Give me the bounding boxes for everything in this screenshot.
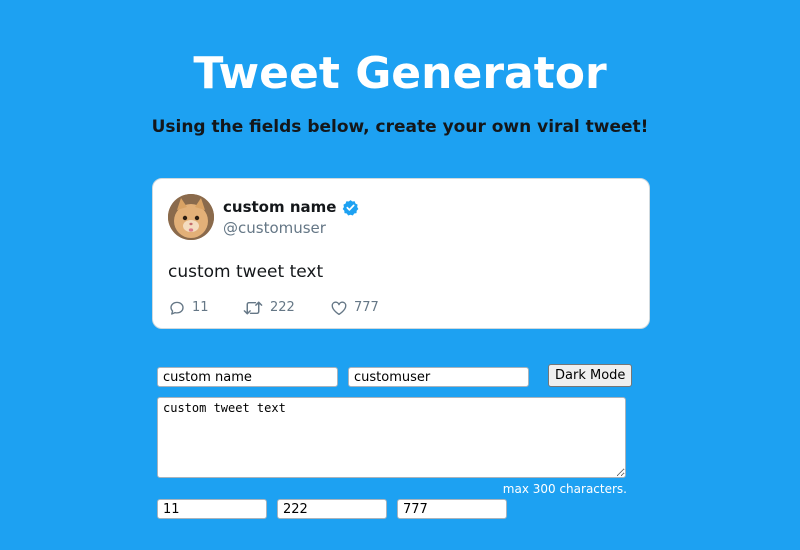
- retweet-count: 222: [270, 300, 295, 315]
- verified-badge-icon: [342, 199, 359, 216]
- heart-icon: [331, 301, 347, 316]
- retweets-input[interactable]: [277, 499, 387, 519]
- retweet-icon: [243, 301, 263, 315]
- tweet-text-input[interactable]: custom tweet text: [157, 397, 626, 478]
- like-count: 777: [354, 300, 379, 315]
- reply-action: 11: [168, 299, 209, 317]
- reply-icon: [170, 301, 184, 315]
- tweet-display-name: custom name: [223, 197, 359, 217]
- tweet-username: @customuser: [223, 219, 326, 237]
- avatar: [168, 194, 214, 240]
- reply-count: 11: [192, 300, 209, 315]
- max-characters-hint: max 300 characters.: [502, 482, 627, 496]
- like-action: 777: [330, 299, 379, 317]
- name-input[interactable]: [157, 367, 338, 387]
- dark-mode-button[interactable]: Dark Mode: [548, 364, 633, 387]
- tweet-text: custom tweet text: [168, 262, 324, 282]
- tweet-preview-card: custom name @customuser custom tweet tex…: [152, 178, 650, 329]
- tweet-actions: 11 222 777: [168, 299, 638, 317]
- page-subtitle: Using the fields below, create your own …: [151, 117, 649, 137]
- replies-input[interactable]: [157, 499, 267, 519]
- page-title: Tweet Generator: [193, 48, 607, 99]
- username-input[interactable]: [348, 367, 529, 387]
- tweet-name-text: custom name: [223, 198, 337, 216]
- likes-input[interactable]: [397, 499, 507, 519]
- retweet-action: 222: [242, 299, 295, 317]
